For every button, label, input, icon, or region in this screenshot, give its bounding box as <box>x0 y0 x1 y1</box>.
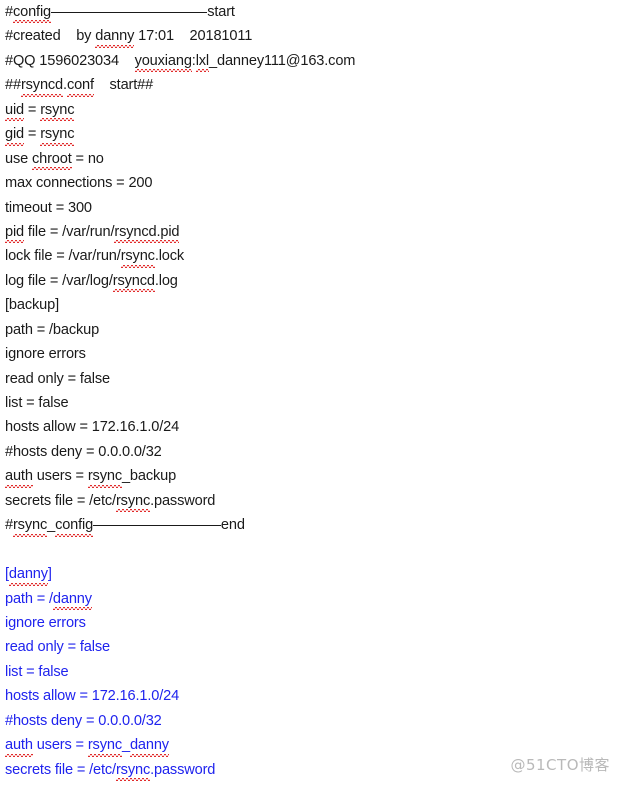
spellcheck-underlined-word: rsync <box>115 758 150 782</box>
document-line[interactable] <box>5 538 620 562</box>
document-line[interactable]: read only = false <box>5 367 620 391</box>
document-line[interactable]: log file = /var/log/rsyncd.log <box>5 269 620 293</box>
document-line[interactable]: read only = false <box>5 635 620 659</box>
spellcheck-underlined-word: config <box>12 0 51 24</box>
spellcheck-underlined-word: rsync <box>40 98 74 122</box>
document-line[interactable]: path = /danny <box>5 587 620 611</box>
document-line[interactable]: pid file = /var/run/rsyncd.pid <box>5 220 620 244</box>
spellcheck-underlined-word: rsync <box>12 513 47 538</box>
spellcheck-underlined-word: youxiang <box>134 49 193 73</box>
document-line[interactable]: list = false <box>5 391 620 415</box>
document-line[interactable]: [danny] <box>5 562 620 586</box>
document-line[interactable]: #created by danny 17:01 20181011 <box>5 24 620 49</box>
document-line[interactable]: hosts allow = 172.16.1.0/24 <box>5 415 620 439</box>
document-line[interactable]: ignore errors <box>5 342 620 366</box>
horizontal-rule-underscores <box>51 2 208 13</box>
document-line[interactable]: lock file = /var/run/rsync.lock <box>5 244 620 269</box>
spellcheck-underlined-word: pid <box>5 220 24 244</box>
document-line[interactable]: uid = rsync <box>5 98 620 122</box>
document-line[interactable]: [backup] <box>5 293 620 317</box>
spellcheck-underlined-word: config <box>55 513 93 538</box>
document-line[interactable]: #rsync_config end <box>5 513 620 538</box>
document-line[interactable]: #config start <box>5 0 620 24</box>
spellcheck-underlined-word: rsyncd <box>20 73 63 98</box>
spellcheck-underlined-word: rsync <box>40 122 74 147</box>
document-line[interactable]: use chroot = no <box>5 147 620 171</box>
document-line[interactable]: secrets file = /etc/rsync.password <box>5 489 620 513</box>
spellcheck-underlined-word: auth <box>5 464 33 489</box>
spellcheck-underlined-word: uid <box>5 98 24 122</box>
watermark-label: @51CTO博客 <box>510 756 610 774</box>
spellcheck-underlined-word: rsync <box>115 489 150 513</box>
document-line[interactable]: path = /backup <box>5 318 620 342</box>
spellcheck-underlined-word: rsyncd.pid <box>114 220 180 244</box>
spellcheck-underlined-word: auth <box>5 733 33 758</box>
document-line[interactable]: list = false <box>5 660 620 684</box>
spellcheck-underlined-word: rsync <box>87 464 122 489</box>
horizontal-rule-underscores <box>93 515 221 527</box>
spellcheck-underlined-word: danny <box>129 733 169 758</box>
spellcheck-underlined-word: rsync <box>87 733 122 758</box>
document-line[interactable]: ##rsyncd.conf start## <box>5 73 620 98</box>
document-page: #config start #created by danny 17:01 2018… <box>0 0 624 789</box>
spellcheck-underlined-word: rsync <box>120 244 155 269</box>
spellcheck-underlined-word: danny <box>95 24 134 49</box>
spellcheck-underlined-word: danny <box>52 587 92 611</box>
spellcheck-underlined-word: chroot <box>31 147 72 171</box>
document-text-body[interactable]: #config start #created by danny 17:01 2018… <box>5 0 620 782</box>
document-line[interactable]: hosts allow = 172.16.1.0/24 <box>5 684 620 708</box>
document-line[interactable]: #hosts deny = 0.0.0.0/32 <box>5 440 620 464</box>
document-line[interactable]: timeout = 300 <box>5 196 620 220</box>
spellcheck-underlined-word: gid <box>5 122 24 147</box>
document-line[interactable]: #hosts deny = 0.0.0.0/32 <box>5 709 620 733</box>
spellcheck-underlined-word: conf <box>66 73 94 98</box>
document-line[interactable]: auth users = rsync_backup <box>5 464 620 489</box>
spellcheck-underlined-word: lxl <box>195 49 210 73</box>
spellcheck-underlined-word: rsyncd <box>112 269 155 293</box>
document-line[interactable]: max connections = 200 <box>5 171 620 195</box>
document-line[interactable]: ignore errors <box>5 611 620 635</box>
document-line[interactable]: #QQ 1596023034 youxiang:lxl_danney111@16… <box>5 49 620 73</box>
spellcheck-underlined-word: danny <box>8 562 48 586</box>
document-line[interactable]: gid = rsync <box>5 122 620 147</box>
